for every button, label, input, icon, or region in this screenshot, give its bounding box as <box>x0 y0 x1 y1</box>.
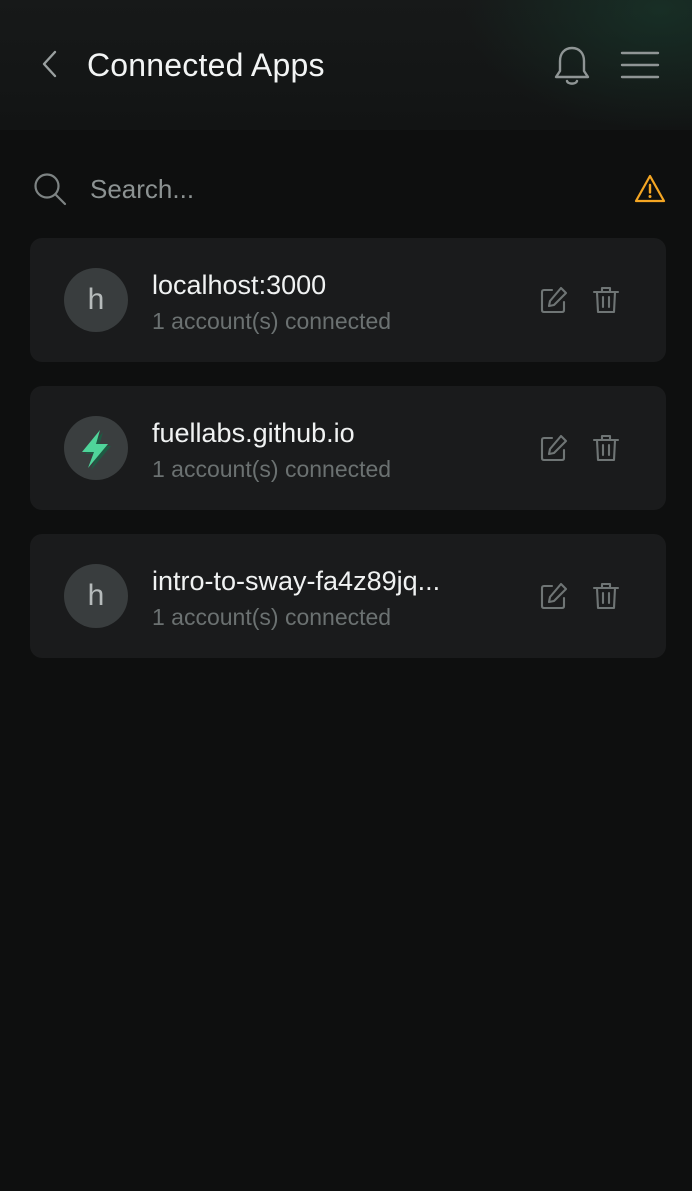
app-name: localhost:3000 <box>152 270 327 300</box>
app-connection-count: 1 account(s) connected <box>152 456 392 482</box>
back-button[interactable] <box>32 44 68 84</box>
avatar-letter: h <box>87 283 105 316</box>
delete-button[interactable] <box>588 430 624 466</box>
app-connection-count: 1 account(s) connected <box>152 308 392 334</box>
avatar-letter: h <box>87 579 105 612</box>
warning-triangle-icon[interactable] <box>634 173 666 205</box>
fuel-logo-icon <box>82 430 111 470</box>
edit-icon <box>540 434 568 462</box>
app-card[interactable]: h localhost:3000 1 account(s) connected <box>30 238 666 362</box>
edit-button[interactable] <box>536 430 572 466</box>
app-card[interactable]: fuellabs.github.io 1 account(s) connecte… <box>30 386 666 510</box>
page-title: Connected Apps <box>87 47 325 83</box>
bell-icon <box>554 46 590 85</box>
chevron-left-icon <box>42 50 57 78</box>
search-bar <box>30 164 666 214</box>
delete-button[interactable] <box>588 578 624 614</box>
menu-button[interactable] <box>616 44 664 86</box>
edit-button[interactable] <box>536 578 572 614</box>
edit-icon <box>540 286 568 314</box>
connected-apps-list: h localhost:3000 1 account(s) connected <box>30 238 666 682</box>
app-avatar <box>64 416 128 480</box>
search-input[interactable] <box>90 168 570 210</box>
trash-icon <box>592 582 620 610</box>
trash-icon <box>592 286 620 314</box>
edit-button[interactable] <box>536 282 572 318</box>
edit-icon <box>540 582 568 610</box>
search-icon <box>34 173 67 206</box>
top-bar: Connected Apps <box>0 0 692 130</box>
app-name: intro-to-sway-fa4z89jq... <box>152 566 441 596</box>
trash-icon <box>592 434 620 462</box>
notifications-button[interactable] <box>548 42 596 90</box>
app-name: fuellabs.github.io <box>152 418 355 448</box>
app-avatar: h <box>64 564 128 628</box>
app-card[interactable]: h intro-to-sway-fa4z89jq... 1 account(s)… <box>30 534 666 658</box>
app-connection-count: 1 account(s) connected <box>152 604 392 630</box>
app-avatar: h <box>64 268 128 332</box>
hamburger-menu-icon <box>620 51 660 79</box>
delete-button[interactable] <box>588 282 624 318</box>
